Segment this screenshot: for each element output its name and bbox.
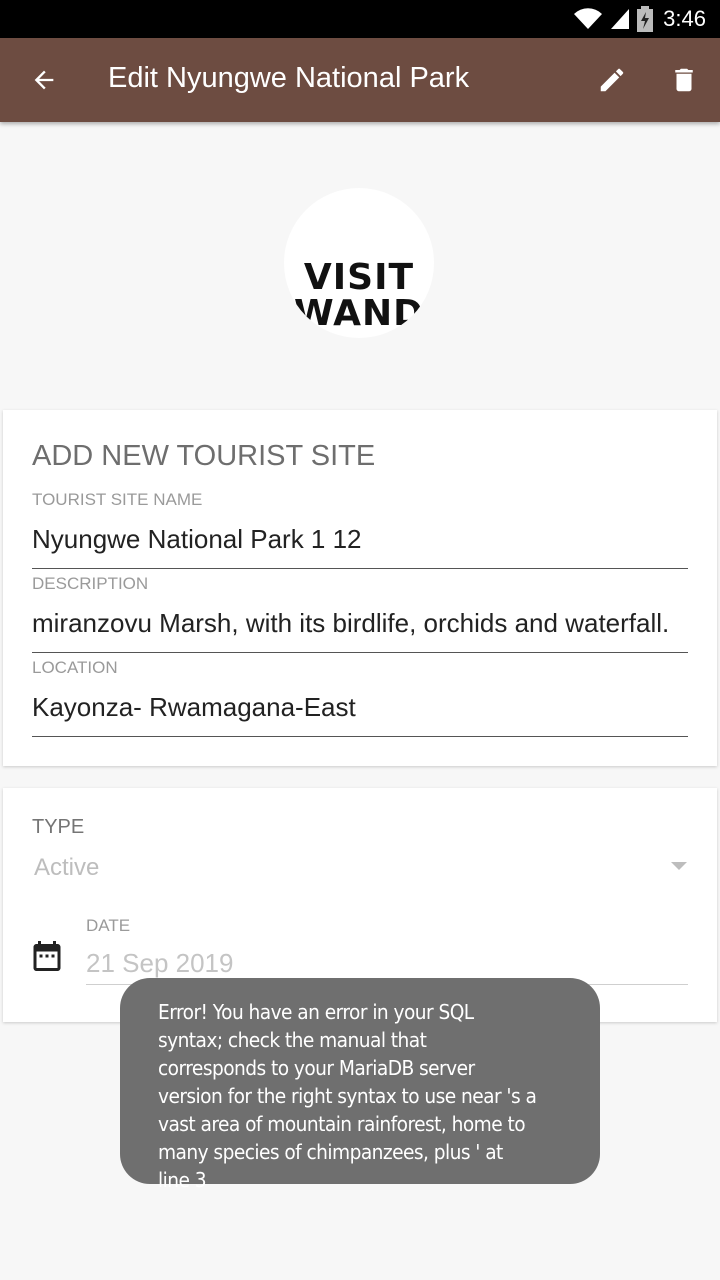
trash-icon xyxy=(675,68,693,92)
site-form-card: ADD NEW TOURIST SITE TOURIST SITE NAME N… xyxy=(3,410,717,766)
location-label: LOCATION xyxy=(32,658,118,677)
status-icons: 3:46 xyxy=(573,4,706,34)
site-name-label: TOURIST SITE NAME xyxy=(32,490,203,509)
battery-charging-icon xyxy=(637,6,654,32)
wifi-icon xyxy=(574,8,603,30)
dropdown-arrow-icon[interactable] xyxy=(671,862,687,870)
toast-message: Error! You have an error in your SQL syn… xyxy=(158,1000,537,1192)
logo-text-line1: VISIT xyxy=(303,257,415,298)
logo-text-line2: WAND xyxy=(294,293,424,334)
page-title: Edit Nyungwe National Park xyxy=(108,62,470,94)
location-value: Kayonza- Rwamagana-East xyxy=(32,692,356,722)
error-toast: Error! You have an error in your SQL syn… xyxy=(120,978,600,1192)
site-name-input[interactable]: Nyungwe National Park 1 12 xyxy=(32,524,688,569)
back-button[interactable] xyxy=(24,60,64,100)
description-input[interactable]: miranzovu Marsh, with its birdlife, orch… xyxy=(32,608,688,653)
status-time: 3:46 xyxy=(663,6,706,31)
arrow-back-icon xyxy=(34,70,54,90)
signal-icon xyxy=(611,9,630,29)
pencil-icon xyxy=(600,68,624,92)
form-title: ADD NEW TOURIST SITE xyxy=(32,440,376,472)
calendar-icon[interactable] xyxy=(29,938,65,974)
description-label: DESCRIPTION xyxy=(32,574,149,593)
site-name-value: Nyungwe National Park 1 12 xyxy=(32,524,362,554)
type-select[interactable]: Active xyxy=(34,854,99,882)
status-bar: 3:46 xyxy=(0,0,720,38)
description-value: miranzovu Marsh, with its birdlife, orch… xyxy=(32,608,670,638)
delete-button[interactable] xyxy=(664,60,704,100)
type-label: TYPE xyxy=(32,816,85,838)
edit-button[interactable] xyxy=(592,60,632,100)
app-bar: Edit Nyungwe National Park xyxy=(0,38,720,122)
site-logo[interactable]: VISIT WAND xyxy=(284,188,434,338)
location-input[interactable]: Kayonza- Rwamagana-East xyxy=(32,692,688,737)
date-label: DATE xyxy=(86,916,131,935)
